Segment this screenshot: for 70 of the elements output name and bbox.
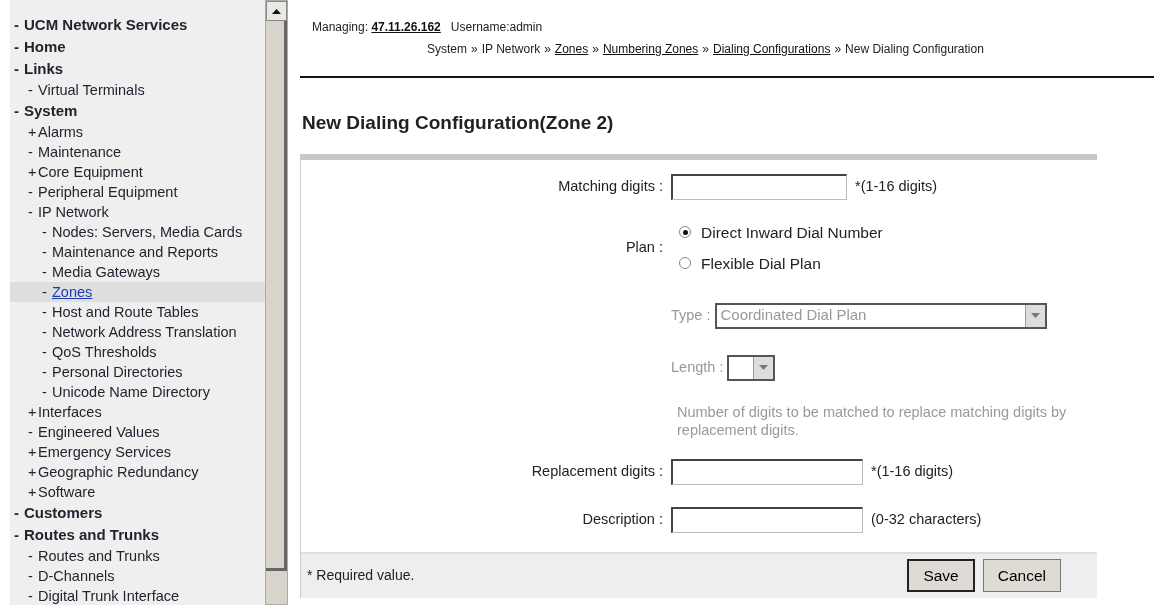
dropdown-arrow-icon (1030, 313, 1040, 318)
help-text: Number of digits to be matched to replace matching digits by replacement digits. (677, 402, 1067, 439)
breadcrumb-separator: » (834, 42, 842, 56)
cancel-button[interactable]: Cancel (982, 558, 1061, 593)
field-label: Matching digits : (557, 176, 664, 196)
field-label: Replacement digits : (530, 461, 664, 481)
tree-item[interactable]: - Maintenance (10, 142, 265, 162)
radio-button[interactable] (679, 257, 691, 269)
tree-item[interactable]: - Digital Trunk Interface (10, 586, 265, 605)
breadcrumb-separator: » (702, 42, 709, 56)
radio-option[interactable]: Direct Inward Dial Number (679, 216, 883, 248)
up-arrow-icon (272, 8, 281, 14)
tree-item[interactable]: - Home (10, 36, 265, 58)
scroll-up-button[interactable] (266, 1, 287, 21)
save-button[interactable]: Save (907, 558, 975, 593)
tree-item[interactable]: - Zones (10, 282, 265, 302)
tree-item[interactable]: - Personal Directories (10, 362, 265, 382)
tree-item[interactable]: - Media Gateways (10, 262, 265, 282)
tree-item[interactable]: +Interfaces (10, 402, 265, 422)
radio-option[interactable]: Flexible Dial Plan (679, 247, 883, 279)
tree-item[interactable]: - UCM Network Services (10, 14, 265, 36)
page-title: New Dialing Configuration(Zone 2) (302, 111, 615, 135)
breadcrumb-separator: » (544, 42, 551, 56)
tree-item[interactable]: - Peripheral Equipment (10, 182, 265, 202)
username-text: Username:admin (450, 20, 543, 34)
breadcrumb-text: System (427, 42, 467, 56)
field-hint: (0-32 characters) (871, 509, 982, 529)
address-link[interactable]: 47.11.26.162 (371, 20, 441, 34)
tree-item[interactable]: +Emergency Services (10, 442, 265, 462)
field-hint: *(1-16 digits) (855, 176, 938, 196)
breadcrumb-link[interactable]: Zones (554, 42, 589, 56)
tree-item[interactable]: - Maintenance and Reports (10, 242, 265, 262)
tree-item[interactable]: - QoS Thresholds (10, 342, 265, 362)
radio-button[interactable] (679, 226, 691, 238)
tree-item[interactable]: +Software (10, 482, 265, 502)
tree-item[interactable]: +Geographic Redundancy (10, 462, 265, 482)
scroll-thumb[interactable] (266, 21, 287, 571)
tree-item[interactable]: - Customers (10, 502, 265, 524)
required-note: * Required value. (307, 566, 415, 585)
breadcrumb-text: IP Network (481, 42, 541, 56)
tree-item[interactable]: - Routes and Trunks (10, 524, 265, 546)
tree-item[interactable]: - Routes and Trunks (10, 546, 265, 566)
tree-item[interactable]: - Host and Route Tables (10, 302, 265, 322)
tree-item[interactable]: - Links (10, 58, 265, 80)
field-label: Plan : (624, 237, 664, 257)
tree-item[interactable]: - Network Address Translation (10, 322, 265, 342)
dropdown-arrow-icon (759, 365, 769, 370)
breadcrumb-link[interactable]: Numbering Zones (602, 42, 699, 56)
tree-item[interactable]: - IP Network (10, 202, 265, 222)
breadcrumb-link[interactable]: Dialing Configurations (713, 42, 831, 56)
breadcrumb-separator: » (471, 42, 478, 56)
tree-item[interactable]: +Core Equipment (10, 162, 265, 182)
tree-item[interactable]: - Engineered Values (10, 422, 265, 442)
text-field[interactable] (671, 458, 863, 485)
tree-item[interactable]: - D-Channels (10, 566, 265, 586)
text-field[interactable] (671, 173, 847, 200)
field-label: Length : (671, 357, 725, 377)
tree-item[interactable]: - Nodes: Servers, Media Cards (10, 222, 265, 242)
field-label: Description : (581, 509, 664, 529)
breadcrumb-separator: » (592, 42, 599, 56)
breadcrumb-text: New Dialing Configuration (845, 42, 984, 56)
tree-item[interactable]: - Unicode Name Directory (10, 382, 265, 402)
managing-label: Managing: (312, 20, 369, 34)
tree-item[interactable]: - System (10, 100, 265, 122)
field-hint: *(1-16 digits) (871, 461, 954, 481)
tree-item[interactable]: +Alarms (10, 122, 265, 142)
field-label: Type : (671, 305, 712, 325)
scrollbar[interactable] (265, 0, 288, 605)
tree-item[interactable]: - Virtual Terminals (10, 80, 265, 100)
text-field[interactable] (671, 506, 863, 533)
